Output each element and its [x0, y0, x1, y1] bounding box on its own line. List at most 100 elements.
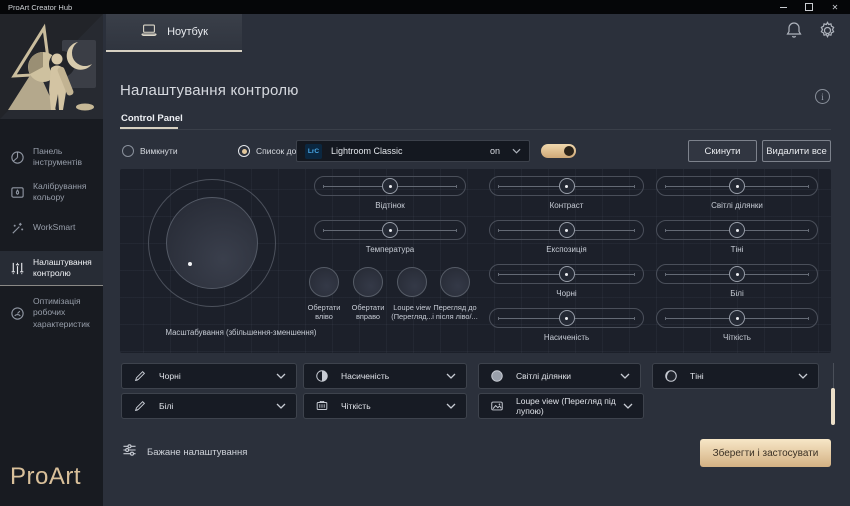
settings-gear-icon[interactable]	[817, 20, 838, 41]
before-after-knob[interactable]	[440, 267, 470, 297]
sidebar-item-label: Панель інструментів	[33, 146, 97, 168]
chevron-down-icon	[623, 403, 633, 409]
control-settings-icon	[9, 260, 26, 277]
mapping-dropdown-whites[interactable]: Білі	[121, 393, 297, 419]
chevron-down-icon	[620, 373, 630, 379]
before-after-label: Перегляд до і після ліво/...	[432, 303, 478, 322]
mapping-dropdown-label: Світлі ділянки	[516, 371, 620, 381]
sidebar-item-label: WorkSmart	[33, 222, 75, 233]
rotate-left-label: Обертати вліво	[301, 303, 347, 322]
optimization-icon	[9, 305, 26, 322]
chevron-down-icon	[276, 403, 286, 409]
shadows-icon	[663, 368, 679, 384]
chevron-down-icon	[446, 373, 456, 379]
sidebar-item-label: Оптимізація робочих характеристик	[33, 296, 97, 329]
mapping-dropdown-label: Чорні	[159, 371, 276, 381]
tab-laptop-label: Ноутбук	[167, 26, 208, 38]
slider-whites[interactable]: Білі	[656, 264, 818, 284]
rotate-right-knob[interactable]	[353, 267, 383, 297]
sidebar-item-dashboard[interactable]: Панель інструментів	[0, 140, 103, 174]
slider-blacks[interactable]: Чорні	[489, 264, 644, 284]
slider-temperature[interactable]: Температура	[314, 220, 466, 240]
preset-settings-label: Бажане налаштування	[147, 447, 247, 458]
info-icon[interactable]: i	[815, 89, 830, 104]
clarity-icon	[314, 398, 330, 414]
page-title: Налаштування контролю	[120, 82, 299, 99]
radio-disable-label: Вимкнути	[140, 146, 178, 156]
sidebar-item-label: Калібрування кольору	[33, 181, 97, 203]
zoom-dial-label: Масштабування (збільшення-зменшення)	[139, 328, 343, 337]
titlebar: ProArt Creator Hub ✕	[0, 0, 850, 14]
mapping-dropdown-label: Тіні	[690, 371, 798, 381]
slider-highlights-label: Світлі ділянки	[656, 201, 818, 210]
slider-hue[interactable]: Відтінок	[314, 176, 466, 196]
maximize-button[interactable]	[804, 2, 814, 12]
control-mapping-panel: Масштабування (збільшення-зменшення) Від…	[120, 169, 831, 353]
slider-exposure[interactable]: Експозиція	[489, 220, 644, 240]
mapping-dropdown-saturation[interactable]: Насиченість	[303, 363, 467, 389]
radio-disable[interactable]: Вимкнути	[122, 140, 178, 162]
slider-hue-label: Відтінок	[314, 201, 466, 210]
pencil-icon	[132, 368, 148, 384]
lightroom-classic-badge: LrC	[305, 144, 322, 159]
mapping-dropdown-shadows[interactable]: Тіні	[652, 363, 819, 389]
chevron-down-icon	[798, 373, 808, 379]
app-state-value: on	[490, 146, 500, 156]
slider-contrast-label: Контраст	[489, 201, 644, 210]
rotate-left-knob[interactable]	[309, 267, 339, 297]
app-select-value: Lightroom Classic	[331, 146, 490, 156]
slider-blacks-label: Чорні	[489, 289, 644, 298]
tab-control-panel[interactable]: Control Panel	[121, 113, 183, 124]
mapping-dropdown-label: Насиченість	[341, 371, 446, 381]
chevron-down-icon	[276, 373, 286, 379]
dropdown-scrollbar-thumb[interactable]	[831, 388, 835, 425]
sidebar-item-optimization[interactable]: Оптимізація робочих характеристик	[0, 290, 103, 336]
mapping-dropdown-label: Чіткість	[341, 401, 446, 411]
zoom-dial[interactable]: Масштабування (збільшення-зменшення)	[148, 179, 276, 307]
color-calibration-icon	[9, 184, 26, 201]
slider-contrast[interactable]: Контраст	[489, 176, 644, 196]
mapping-dropdown-highlights[interactable]: Світлі ділянки	[478, 363, 641, 389]
rotate-right-label: Обертати вправо	[345, 303, 391, 322]
sidebar: Панель інструментів Калібрування кольору…	[0, 14, 103, 506]
tab-laptop[interactable]: Ноутбук	[106, 14, 242, 52]
slider-saturation[interactable]: Насиченість	[489, 308, 644, 328]
slider-clarity[interactable]: Чіткість	[656, 308, 818, 328]
close-button[interactable]: ✕	[830, 2, 840, 12]
app-select-dropdown[interactable]: LrC Lightroom Classic on	[296, 140, 530, 162]
delete-all-button[interactable]: Видалити все	[762, 140, 831, 162]
zoom-dial-knob	[166, 197, 258, 289]
reset-button[interactable]: Скинути	[688, 140, 757, 162]
slider-shadows-label: Тіні	[656, 245, 818, 254]
loupe-view-knob[interactable]	[397, 267, 427, 297]
slider-shadows[interactable]: Тіні	[656, 220, 818, 240]
worksmart-icon	[9, 220, 26, 237]
save-and-apply-button[interactable]: Зберегти і застосувати	[700, 439, 831, 467]
sidebar-artwork	[0, 14, 103, 119]
radio-disable-circle	[122, 145, 134, 157]
chevron-down-icon	[512, 148, 521, 154]
highlights-icon	[489, 368, 505, 384]
window-title: ProArt Creator Hub	[0, 3, 778, 12]
minimize-button[interactable]	[778, 2, 788, 12]
slider-clarity-label: Чіткість	[656, 333, 818, 342]
notifications-bell-icon[interactable]	[785, 21, 803, 40]
preset-settings[interactable]: Бажане налаштування	[122, 443, 247, 462]
mapping-dropdown-label: Loupe view (Перегляд під лупою)	[516, 396, 623, 416]
loupe-view-label: Loupe view (Перегляд...	[389, 303, 435, 322]
sidebar-item-control-settings[interactable]: Налаштування контролю	[0, 251, 103, 286]
sidebar-item-color-calibration[interactable]: Калібрування кольору	[0, 175, 103, 209]
laptop-icon	[140, 23, 158, 42]
slider-highlights[interactable]: Світлі ділянки	[656, 176, 818, 196]
mapping-dropdown-blacks[interactable]: Чорні	[121, 363, 297, 389]
slider-saturation-label: Насиченість	[489, 333, 644, 342]
app-enable-toggle[interactable]	[541, 144, 576, 158]
proart-wordmark: ProArt	[10, 463, 81, 491]
sidebar-item-worksmart[interactable]: WorkSmart	[0, 217, 103, 239]
header-divider	[120, 129, 831, 130]
mapping-dropdown-loupe-view[interactable]: Loupe view (Перегляд під лупою)	[478, 393, 644, 419]
proart-creator-hub-window: ProArt Creator Hub ✕	[0, 0, 850, 506]
mapping-dropdown-clarity[interactable]: Чіткість	[303, 393, 467, 419]
image-icon	[489, 398, 505, 414]
mapping-dropdown-label: Білі	[159, 401, 276, 411]
